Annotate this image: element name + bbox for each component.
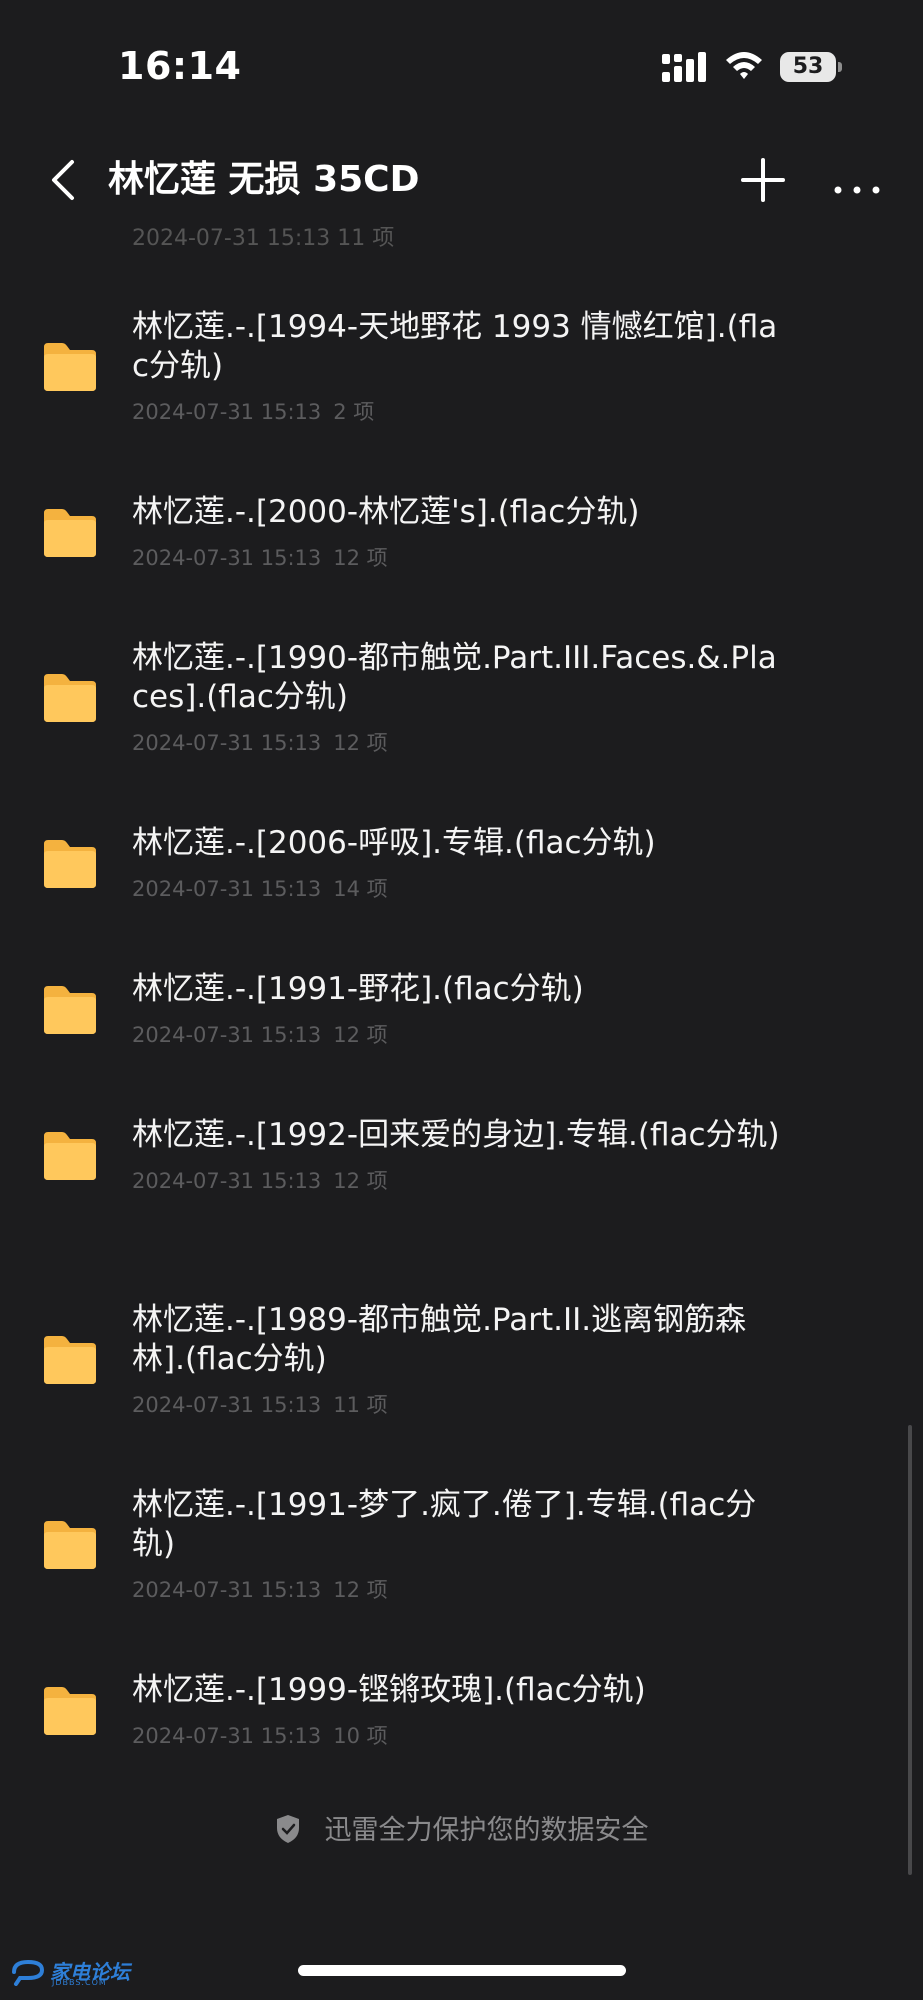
more-icon[interactable]	[832, 154, 882, 206]
file-item-count: 11 项	[333, 1393, 388, 1417]
file-date: 2024-07-31 15:13	[132, 877, 322, 901]
file-meta: 2024-07-31 15:13 11 项	[132, 1389, 400, 1419]
file-name: 林忆莲.-.[1990-都市触觉.Part.III.Faces.&.Places…	[132, 640, 777, 715]
home-indicator[interactable]	[298, 1965, 626, 1976]
file-date: 2024-07-31 15:13	[132, 731, 322, 755]
folder-icon	[40, 1130, 98, 1182]
file-date: 2024-07-31 15:13	[132, 546, 322, 570]
file-name: 林忆莲.-.[1999-铿锵玫瑰].(flac分轨)	[132, 1672, 646, 1708]
nav-bar: 林忆莲 无损 35CD	[0, 140, 923, 220]
add-icon[interactable]	[740, 154, 786, 206]
status-bar: 16:14 53	[0, 0, 923, 140]
file-item-count: 12 项	[333, 731, 388, 755]
file-date: 2024-07-31 15:13	[132, 1169, 322, 1193]
folder-icon	[40, 984, 98, 1036]
battery-icon: 53	[780, 52, 842, 82]
file-list[interactable]: 2024-07-31 15:13 11 项 林忆莲.-.[1994-天地野花 1…	[0, 216, 923, 1786]
file-meta: 2024-07-31 15:13 2 项	[132, 396, 386, 426]
file-name: 林忆莲.-.[1991-野花].(flac分轨)	[132, 971, 584, 1007]
file-meta: 2024-07-31 15:13 10 项	[132, 1720, 400, 1750]
file-name: 林忆莲.-.[2000-林忆莲's].(flac分轨)	[132, 494, 640, 530]
file-name: 林忆莲.-.[1992-回来爱的身边].专辑.(flac分轨)	[132, 1117, 780, 1153]
signal-icon	[662, 52, 706, 82]
folder-icon	[40, 672, 98, 724]
battery-level: 53	[792, 54, 824, 79]
back-icon[interactable]	[44, 154, 84, 206]
file-meta: 2024-07-31 15:13 12 项	[132, 727, 400, 757]
file-date: 2024-07-31 15:13	[132, 1578, 322, 1602]
folder-icon	[40, 838, 98, 890]
security-note: 迅雷全力保护您的数据安全	[0, 1808, 923, 1847]
page-title: 林忆莲 无损 35CD	[108, 159, 420, 200]
file-meta: 2024-07-31 15:13 12 项	[132, 1019, 400, 1049]
file-meta: 2024-07-31 15:13 12 项	[132, 542, 400, 572]
file-item-count: 12 项	[333, 1023, 388, 1047]
shield-icon	[276, 1815, 299, 1843]
file-date: 2024-07-31 15:13	[132, 1023, 322, 1047]
file-item-count: 2 项	[333, 400, 375, 424]
file-item-count: 12 项	[333, 546, 388, 570]
scrollbar[interactable]	[908, 1425, 912, 1875]
status-time: 16:14	[118, 44, 242, 88]
file-date: 2024-07-31 15:13	[132, 1393, 322, 1417]
file-meta: 2024-07-31 15:13 12 项	[132, 1165, 400, 1195]
watermark-logo: 家电论坛 JDBBS.COM	[10, 1956, 136, 1990]
file-item-count: 12 项	[333, 1169, 388, 1193]
file-item-count: 14 项	[333, 877, 388, 901]
partial-row-meta: 2024-07-31 15:13 11 项	[132, 226, 395, 251]
folder-icon	[40, 341, 98, 393]
file-meta: 2024-07-31 15:13 12 项	[132, 1574, 400, 1604]
file-name: 林忆莲.-.[1989-都市触觉.Part.II.逃离钢筋森林].(flac分轨…	[132, 1302, 747, 1377]
file-item-count: 10 项	[333, 1724, 388, 1748]
file-item-count: 12 项	[333, 1578, 388, 1602]
folder-icon	[40, 1685, 98, 1737]
security-note-text: 迅雷全力保护您的数据安全	[324, 1815, 649, 1846]
wifi-icon	[726, 52, 762, 79]
file-name: 林忆莲.-.[1991-梦了.疯了.倦了].专辑.(flac分轨)	[132, 1487, 757, 1562]
file-date: 2024-07-31 15:13	[132, 1724, 322, 1748]
folder-icon	[40, 1519, 98, 1571]
file-date: 2024-07-31 15:13	[132, 400, 322, 424]
file-meta: 2024-07-31 15:13 14 项	[132, 873, 400, 903]
folder-icon	[40, 1334, 98, 1386]
file-name: 林忆莲.-.[2006-呼吸].专辑.(flac分轨)	[132, 825, 656, 861]
file-name: 林忆莲.-.[1994-天地野花 1993 情憾红馆].(flac分轨)	[132, 309, 778, 384]
folder-icon	[40, 507, 98, 559]
